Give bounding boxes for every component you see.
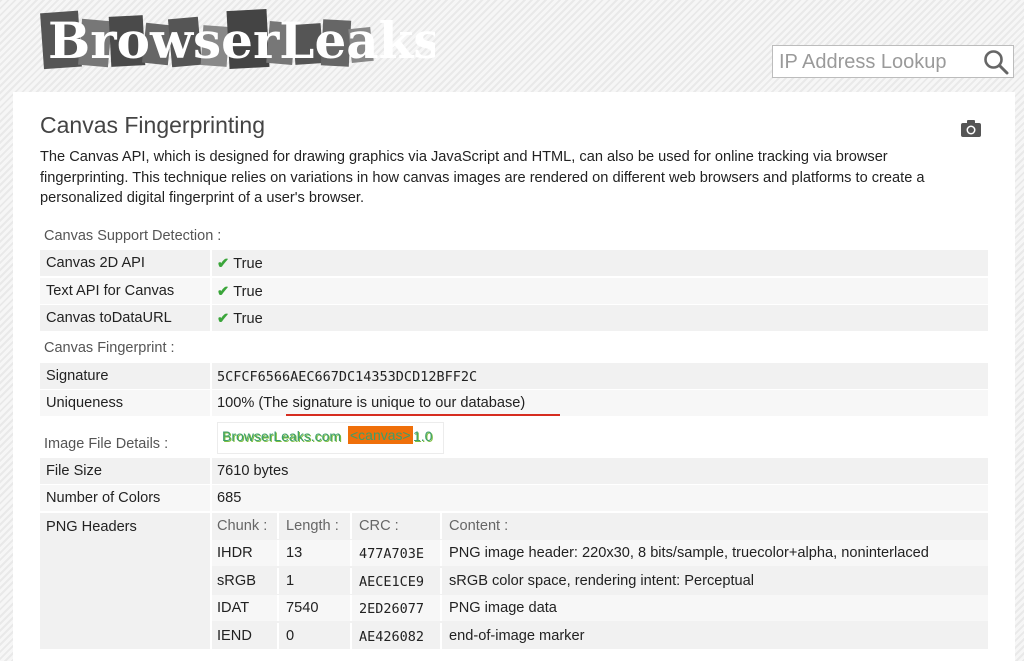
row-key: File Size [46, 463, 102, 479]
table-row: IDAT 7540 2ED26077 PNG image data [212, 595, 988, 621]
length-cell: 13 [286, 545, 303, 561]
signature-value[interactable]: 5CFCF6566AEC667DC14353DCD12BFF2C [217, 369, 477, 385]
image-section-label: Image File Details : [44, 436, 169, 452]
canvas-preview-image: BrowserLeaks.com <canvas> 1.0 [217, 422, 444, 454]
png-headers-table: PNG Headers Chunk : Length : CRC : Conte… [40, 513, 988, 649]
table-row: Canvas 2D API ✔ True [40, 250, 988, 276]
column-header: Length : [286, 518, 339, 534]
crc-cell: 477A703E [359, 546, 425, 562]
crc-cell: AECE1CE9 [359, 574, 425, 590]
table-row: sRGB 1 AECE1CE9 sRGB color space, render… [212, 568, 988, 594]
content-cell: PNG image header: 220x30, 8 bits/sample,… [449, 545, 929, 561]
ip-lookup-search [772, 45, 1014, 78]
row-value: 7610 bytes [217, 463, 289, 479]
camera-icon[interactable] [960, 119, 982, 138]
site-header: BrowserLeaks.com [0, 0, 1024, 92]
chunk-cell: IDAT [217, 600, 250, 616]
uniqueness-underline [286, 414, 560, 416]
column-header: Chunk : [217, 518, 268, 534]
row-key: Canvas 2D API [46, 255, 145, 271]
png-header-row: Chunk : Length : CRC : Content : [212, 513, 988, 539]
table-row: Canvas toDataURL ✔ True [40, 305, 988, 331]
canvas-tag-text: <canvas> [348, 426, 413, 444]
chunk-cell: IEND [217, 628, 252, 644]
crc-cell: AE426082 [359, 629, 425, 645]
table-row: Uniqueness 100% (The signature is unique… [40, 390, 988, 416]
table-row: File Size 7610 bytes [40, 458, 988, 484]
content-cell: end-of-image marker [449, 628, 585, 644]
column-header: CRC : [359, 518, 399, 534]
chunk-cell: IHDR [217, 545, 253, 561]
crc-cell: 2ED26077 [359, 601, 425, 617]
check-icon: ✔ [217, 284, 230, 300]
table-row: Number of Colors 685 [40, 485, 988, 511]
content-cell: PNG image data [449, 600, 557, 616]
page-title: Canvas Fingerprinting [40, 112, 266, 138]
canvas-version-text: 1.0 [413, 428, 433, 444]
check-icon: ✔ [217, 311, 230, 327]
table-row: Signature 5CFCF6566AEC667DC14353DCD12BFF… [40, 363, 988, 389]
row-key: Uniqueness [46, 395, 124, 411]
length-cell: 1 [286, 573, 295, 589]
row-key: Signature [46, 368, 109, 384]
fingerprint-section-label: Canvas Fingerprint : [44, 340, 175, 356]
check-icon: ✔ [217, 256, 230, 272]
length-cell: 0 [286, 628, 295, 644]
support-section-label: Canvas Support Detection : [44, 228, 222, 244]
row-value: 685 [217, 490, 242, 506]
site-logo[interactable]: BrowserLeaks.com [40, 6, 435, 74]
table-row: Text API for Canvas ✔ True [40, 278, 988, 304]
row-value: ✔ True [217, 311, 263, 327]
chunk-cell: sRGB [217, 573, 256, 589]
search-input[interactable] [779, 50, 969, 74]
row-key: Number of Colors [46, 490, 161, 506]
content-cell: sRGB color space, rendering intent: Perc… [449, 573, 755, 589]
table-row: IHDR 13 477A703E PNG image header: 220x3… [212, 540, 988, 566]
length-cell: 7540 [286, 600, 319, 616]
row-value: ✔ True [217, 284, 263, 300]
search-icon[interactable] [983, 49, 1009, 75]
main-content: Canvas Fingerprinting The Canvas API, wh… [13, 92, 1015, 661]
column-header: Content : [449, 518, 509, 534]
row-key: Canvas toDataURL [46, 310, 172, 326]
logo-text: BrowserLeaks.com [48, 11, 435, 70]
row-key: Text API for Canvas [46, 283, 175, 299]
page-description: The Canvas API, which is designed for dr… [40, 149, 925, 206]
row-value: ✔ True [217, 256, 263, 272]
table-row: IEND 0 AE426082 end-of-image marker [212, 623, 988, 649]
uniqueness-value: 100% (The signature is unique to our dat… [217, 395, 526, 411]
row-key: PNG Headers [46, 519, 137, 535]
canvas-text: BrowserLeaks.com [222, 428, 342, 444]
